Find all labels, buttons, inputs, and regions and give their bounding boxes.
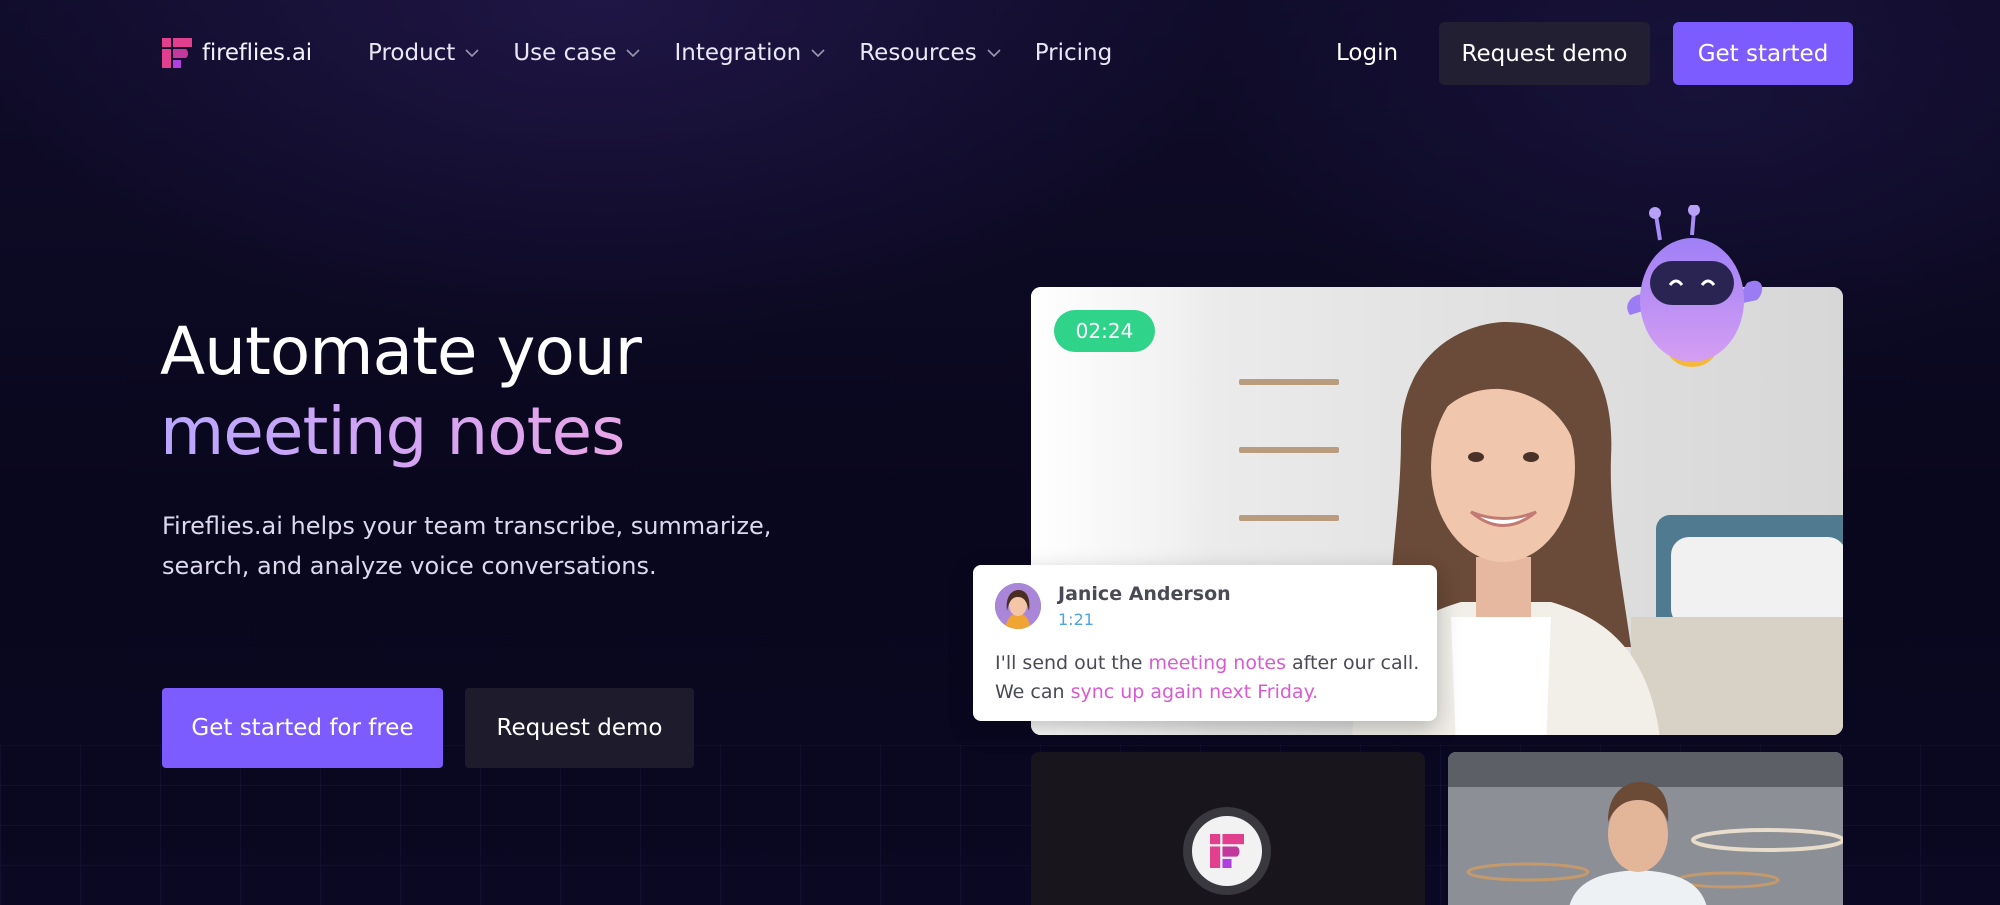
nav-item-label: Integration bbox=[674, 40, 802, 66]
login-link[interactable]: Login bbox=[1336, 40, 1398, 66]
landing-page: fireflies.ai Product Use case Integratio… bbox=[0, 0, 2000, 905]
nav-item-label: Resources bbox=[859, 40, 977, 66]
speaker-timestamp[interactable]: 1:21 bbox=[1058, 610, 1094, 629]
video-shelf bbox=[1239, 515, 1339, 521]
fireflies-logo-icon bbox=[1210, 834, 1244, 868]
speaker-avatar-icon bbox=[995, 583, 1041, 629]
nav-item-use-case[interactable]: Use case bbox=[513, 40, 641, 66]
transcript-text-part: I'll send out the bbox=[995, 652, 1149, 674]
get-started-button[interactable]: Get started bbox=[1673, 22, 1853, 85]
chevron-down-icon bbox=[626, 48, 641, 57]
speaker-name: Janice Anderson bbox=[1058, 583, 1231, 605]
robot-mascot-icon bbox=[1627, 205, 1763, 367]
chevron-down-icon bbox=[465, 48, 479, 57]
nav-item-pricing[interactable]: Pricing bbox=[1035, 40, 1113, 66]
request-demo-button[interactable]: Request demo bbox=[1439, 22, 1650, 85]
nav-item-label: Pricing bbox=[1034, 40, 1113, 66]
transcript-text: I'll send out the meeting notes after ou… bbox=[995, 649, 1425, 707]
get-started-free-button[interactable]: Get started for free bbox=[162, 688, 443, 768]
brand-logo[interactable]: fireflies.ai bbox=[162, 38, 312, 68]
fireflies-logo-icon bbox=[162, 38, 192, 68]
meeting-timer: 02:24 bbox=[1054, 310, 1155, 352]
hero-title: Automate your meeting notes bbox=[160, 312, 642, 472]
chevron-down-icon bbox=[987, 48, 1001, 57]
top-navigation: fireflies.ai Product Use case Integratio… bbox=[0, 22, 2000, 86]
video-pillow bbox=[1671, 537, 1843, 627]
hero-subtitle: Fireflies.ai helps your team transcribe,… bbox=[162, 512, 772, 580]
transcript-highlight: meeting notes bbox=[1148, 652, 1286, 674]
bot-avatar bbox=[1183, 807, 1271, 895]
hero-title-line2: meeting notes bbox=[160, 392, 641, 472]
meeting-tile-bot bbox=[1031, 752, 1425, 905]
nav-item-label: Product bbox=[368, 40, 456, 66]
transcript-card: Janice Anderson 1:21 I'll send out the m… bbox=[973, 565, 1437, 721]
transcript-highlight: sync up again next Friday. bbox=[1070, 681, 1319, 703]
video-shelf bbox=[1239, 379, 1339, 385]
chevron-down-icon bbox=[811, 48, 825, 57]
bot-avatar-inner bbox=[1192, 816, 1262, 886]
nav-item-label: Use case bbox=[513, 40, 617, 66]
nav-item-product[interactable]: Product bbox=[368, 40, 479, 66]
nav-item-integration[interactable]: Integration bbox=[674, 40, 825, 66]
avatar bbox=[995, 583, 1041, 629]
nav-links: Product Use case Integration Resources P… bbox=[368, 40, 1146, 66]
hero-request-demo-button[interactable]: Request demo bbox=[465, 688, 694, 768]
participant-man-image bbox=[1448, 752, 1843, 905]
video-shelf bbox=[1239, 447, 1339, 453]
brand-name: fireflies.ai bbox=[202, 40, 312, 66]
hero-title-line1: Automate your bbox=[160, 313, 642, 390]
meeting-tile-participant bbox=[1448, 752, 1843, 905]
nav-item-resources[interactable]: Resources bbox=[859, 40, 1001, 66]
